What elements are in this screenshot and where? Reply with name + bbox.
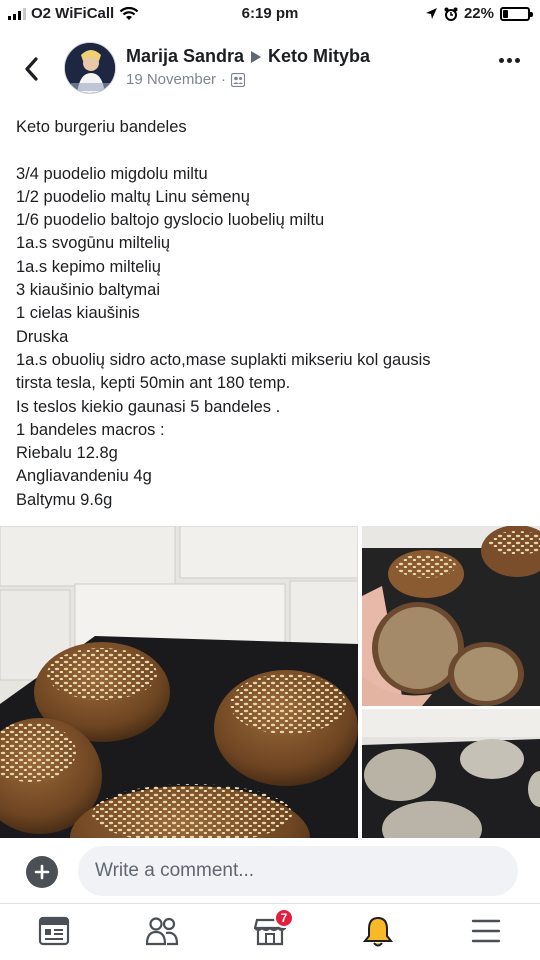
photo-bun-cut[interactable] (362, 526, 540, 706)
post-text-line: Keto burgeriu bandeles (16, 118, 187, 136)
more-dot (507, 58, 512, 63)
more-options-button[interactable] (499, 58, 520, 63)
battery-fill (503, 9, 509, 18)
nav-notifications[interactable] (360, 914, 396, 948)
plus-icon (34, 864, 50, 880)
photo-buns-tray-image (0, 526, 358, 838)
post-text-line: Is teslos kiekio gaunasi 5 bandeles . (16, 397, 281, 416)
post-text-blank-line (16, 139, 526, 162)
post-text-line: Druska (16, 327, 69, 346)
meta-separator: · (221, 71, 227, 88)
menu-icon (471, 919, 501, 943)
avatar-image (65, 43, 115, 93)
author-avatar[interactable] (64, 42, 116, 94)
add-attachment-button[interactable] (26, 856, 58, 888)
status-bar: O2 WiFiCall 6:19 pm 22% (0, 0, 540, 30)
post-text-line: 1 cielas kiaušinis (16, 304, 140, 323)
status-icons: 22% (425, 5, 533, 22)
post-text-line: 3 kiaušinio baltymai (16, 281, 160, 300)
chevron-left-icon (25, 57, 38, 81)
bell-icon (363, 916, 393, 947)
back-button[interactable] (18, 54, 44, 84)
nav-marketplace[interactable]: 7 (252, 908, 294, 948)
post-text-line: Baltymu 9.6g (16, 490, 113, 509)
photo-buns-tray[interactable] (0, 526, 358, 838)
post-text-line: Riebalu 12.8g (16, 444, 118, 463)
post-text-line: 1 bandeles macros : (16, 420, 165, 439)
more-dot (515, 58, 520, 63)
photo-bun-cut-image (362, 526, 540, 706)
nav-menu[interactable] (468, 914, 504, 948)
group-name[interactable]: Keto Mityba (268, 46, 370, 67)
post-text: Keto burgeriu bandeles 3/4 puodelio migdo… (16, 116, 526, 512)
post-header: Marija Sandra Keto Mityba 19 November · (0, 36, 540, 102)
photo-dough-tray[interactable] (362, 709, 540, 838)
post-text-line: Angliavandeniu 4g (16, 467, 152, 486)
groups-icon (145, 917, 179, 946)
bottom-nav: 7 (0, 903, 540, 960)
news-feed-icon (38, 916, 70, 946)
post-text-line: 1a.s obuolių sidro acto,mase suplakti mi… (16, 350, 431, 369)
post-date[interactable]: 19 November (126, 71, 216, 88)
author-name[interactable]: Marija Sandra (126, 46, 244, 67)
group-privacy-icon (231, 72, 246, 87)
post-text-line: 1/2 puodelio maltų Linu sėmenų (16, 187, 250, 206)
post-meta: 19 November · (126, 71, 246, 88)
more-dots-icon (499, 58, 504, 63)
photo-dough-tray-image (362, 709, 540, 838)
location-icon (425, 8, 437, 19)
caret-right-icon (251, 50, 262, 63)
post-text-line: tirsta tesla, kepti 50min ant 180 temp. (16, 374, 291, 393)
post-text-line: 1a.s kepimo miltelių (16, 257, 161, 276)
nav-news-feed[interactable] (36, 914, 72, 948)
comment-input[interactable]: Write a comment... (78, 846, 518, 896)
battery-percent: 22% (463, 5, 494, 22)
post-text-line: 1a.s svogūnu miltelių (16, 234, 171, 253)
notifications-badge: 7 (274, 908, 294, 928)
post-text-line: 3/4 puodelio migdolu miltu (16, 164, 208, 183)
battery-icon (500, 6, 533, 21)
photo-grid (0, 526, 540, 838)
comment-bar: Write a comment... (0, 840, 540, 900)
nav-groups[interactable] (144, 914, 180, 948)
author-line: Marija Sandra Keto Mityba (126, 46, 370, 67)
alarm-icon (444, 7, 458, 21)
comment-placeholder: Write a comment... (95, 860, 255, 881)
post-text-line: 1/6 puodelio baltojo gyslocio luobelių m… (16, 211, 325, 230)
